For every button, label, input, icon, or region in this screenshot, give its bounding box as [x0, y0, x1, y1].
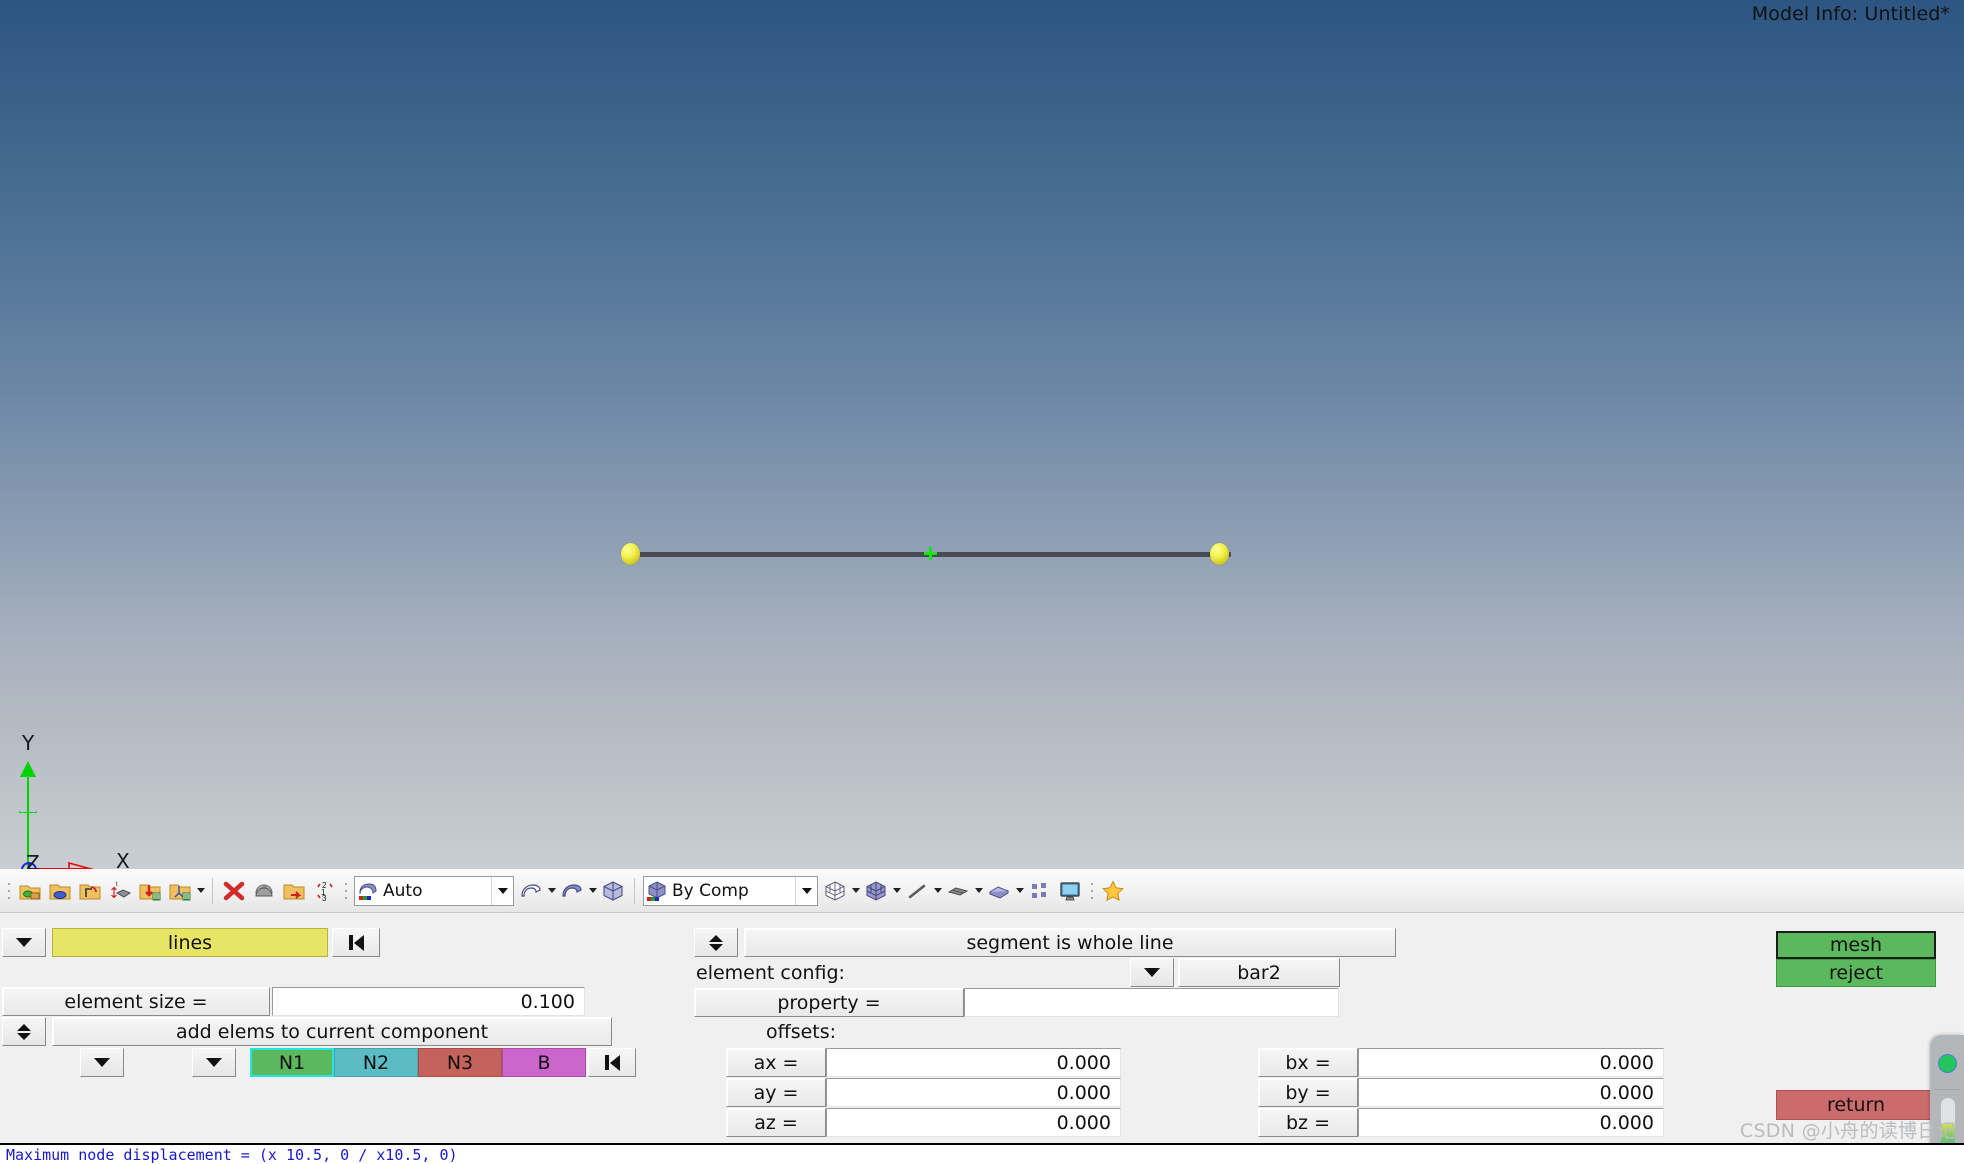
node-button-b[interactable]: B	[502, 1048, 586, 1077]
delete-red-x-icon[interactable]	[219, 876, 249, 906]
status-indicator-dot[interactable]	[1938, 1054, 1957, 1073]
offset-bx-input[interactable]: 0.000	[1358, 1048, 1664, 1077]
svg-text:t: t	[116, 882, 118, 888]
element-size-label: element size =	[2, 987, 270, 1016]
surface-mesh-icon	[355, 878, 381, 904]
mask-icon[interactable]	[249, 876, 279, 906]
node-selector-chevron-down-icon-1[interactable]	[80, 1048, 124, 1077]
offset-ax-input[interactable]: 0.000	[826, 1048, 1121, 1077]
toolbar-separator-2	[634, 877, 635, 904]
surface-shaded-icon[interactable]	[557, 876, 587, 906]
line-element-caret-icon[interactable]	[932, 876, 943, 906]
surface-shaded-caret-icon[interactable]	[587, 876, 598, 906]
node-button-n3[interactable]: N3	[418, 1048, 502, 1077]
segment-mode-button[interactable]: segment is whole line	[744, 928, 1396, 957]
component-tools-caret-icon[interactable]	[195, 876, 206, 906]
offset-az-label: az =	[726, 1108, 826, 1137]
node-display-icon[interactable]	[1025, 876, 1055, 906]
toolbar-grip[interactable]	[5, 878, 12, 904]
component-delete-organize-icon[interactable]	[75, 876, 105, 906]
element-config-value[interactable]: bar2	[1178, 958, 1340, 987]
node-button-n1[interactable]: N1	[250, 1048, 334, 1077]
offset-az-input[interactable]: 0.000	[826, 1108, 1121, 1137]
toolbar-grip-3[interactable]	[1088, 878, 1095, 904]
element-size-input[interactable]: 0.100	[272, 987, 585, 1016]
svg-text:3: 3	[322, 894, 327, 903]
organize-folder-icon[interactable]	[279, 876, 309, 906]
node-selector-chevron-down-icon-2[interactable]	[192, 1048, 236, 1077]
axis-y-arrow-icon	[20, 761, 36, 777]
component-assembly-icon[interactable]	[165, 876, 195, 906]
offset-ax-label: ax =	[726, 1048, 826, 1077]
surface-outline-icon[interactable]	[516, 876, 546, 906]
component-create-icon[interactable]	[15, 876, 45, 906]
toolbar-grip-2[interactable]	[342, 878, 349, 904]
status-message: Maximum node displacement = (x 10.5, 0 /…	[6, 1146, 458, 1164]
component-translate-icon[interactable]: t	[105, 876, 135, 906]
offset-by-label: by =	[1258, 1078, 1358, 1107]
toolbar-separator	[212, 877, 213, 904]
side-widget-divider	[1934, 1089, 1960, 1090]
axis-x-arrow-icon	[68, 861, 94, 869]
mesh-mode-combo[interactable]: Auto	[354, 875, 514, 906]
axis-y-outline-icon	[19, 779, 37, 813]
command-panel: lines element size = 0.100 add elems to …	[0, 913, 1964, 1143]
offsets-label: offsets:	[766, 1017, 886, 1046]
segment-mode-up-down-arrows-icon[interactable]	[694, 928, 738, 957]
color-mode-value: By Comp	[672, 880, 749, 901]
monitor-icon[interactable]	[1055, 876, 1085, 906]
node-sphere-end	[1210, 543, 1229, 565]
axis-label-x: X	[116, 849, 130, 869]
axis-label-y: Y	[22, 731, 35, 755]
entity-reset-rewind-icon[interactable]	[332, 928, 380, 957]
offset-bz-label: bz =	[1258, 1108, 1358, 1137]
offset-ay-input[interactable]: 0.000	[826, 1078, 1121, 1107]
midpoint-marker-icon	[924, 547, 937, 560]
solid-cube-icon[interactable]	[598, 876, 628, 906]
axis-label-z: Z	[26, 851, 40, 869]
offset-bx-label: bx =	[1258, 1048, 1358, 1077]
shell-element-icon[interactable]	[943, 876, 973, 906]
renumber-icon[interactable]: 2 1 3	[309, 876, 339, 906]
node-button-n2[interactable]: N2	[334, 1048, 418, 1077]
property-label: property =	[694, 988, 964, 1017]
component-edit-icon[interactable]	[45, 876, 75, 906]
offset-ay-label: ay =	[726, 1078, 826, 1107]
element-config-label: element config:	[694, 958, 1134, 987]
line-element-icon[interactable]	[902, 876, 932, 906]
entity-type-chevron-down-icon[interactable]	[2, 928, 46, 957]
node-sphere-start	[621, 543, 640, 565]
offset-by-input[interactable]: 0.000	[1358, 1078, 1664, 1107]
offset-bz-input[interactable]: 0.000	[1358, 1108, 1664, 1137]
component-mode-button[interactable]: add elems to current component	[52, 1017, 612, 1046]
solid-element-caret-icon[interactable]	[1014, 876, 1025, 906]
main-toolbar: t 2 1 3 Auto By Comp	[0, 869, 1964, 913]
shaded-cube-caret-icon[interactable]	[891, 876, 902, 906]
status-bar: Maximum node displacement = (x 10.5, 0 /…	[0, 1143, 1964, 1164]
component-import-icon[interactable]	[135, 876, 165, 906]
wireframe-cube-icon[interactable]	[820, 876, 850, 906]
element-config-chevron-down-icon[interactable]	[1130, 958, 1174, 987]
property-input[interactable]	[964, 988, 1339, 1017]
solid-element-icon[interactable]	[984, 876, 1014, 906]
shell-element-caret-icon[interactable]	[973, 876, 984, 906]
star-icon[interactable]	[1098, 876, 1128, 906]
component-mode-up-down-arrows-icon[interactable]	[2, 1017, 46, 1046]
surface-outline-caret-icon[interactable]	[546, 876, 557, 906]
reject-button[interactable]: reject	[1776, 959, 1936, 987]
entity-selector-lines[interactable]: lines	[52, 928, 328, 957]
mesh-mode-value: Auto	[383, 880, 423, 901]
return-button[interactable]: return	[1776, 1090, 1936, 1120]
shaded-cube-icon[interactable]	[861, 876, 891, 906]
cube-color-icon	[644, 878, 670, 904]
color-mode-chevron-down-icon[interactable]	[795, 876, 817, 905]
wireframe-cube-caret-icon[interactable]	[850, 876, 861, 906]
node-reset-rewind-icon[interactable]	[588, 1048, 636, 1077]
color-mode-combo[interactable]: By Comp	[643, 875, 818, 906]
3d-viewport[interactable]: Model Info: Untitled* Y X Z	[0, 0, 1964, 869]
model-info-label: Model Info: Untitled*	[1751, 3, 1950, 25]
mesh-mode-chevron-down-icon[interactable]	[491, 876, 513, 905]
mesh-button[interactable]: mesh	[1776, 931, 1936, 959]
axis-triad: Y X Z	[8, 731, 138, 869]
